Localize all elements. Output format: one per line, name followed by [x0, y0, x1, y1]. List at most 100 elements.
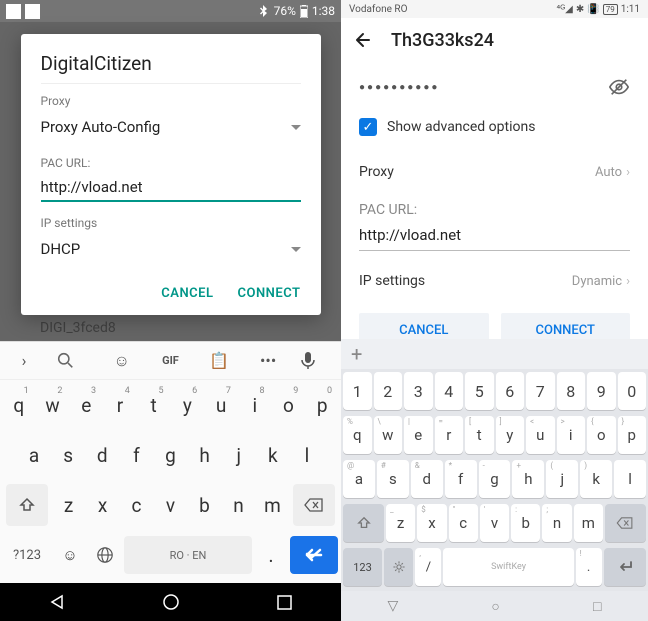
key-z[interactable]: _z: [386, 504, 415, 542]
key-z[interactable]: z: [53, 484, 85, 526]
key-r[interactable]: =r: [435, 416, 464, 454]
ip-select[interactable]: DHCP: [41, 234, 301, 268]
key-t[interactable]: 5t: [138, 384, 170, 426]
key-0[interactable]: 0: [618, 372, 647, 410]
key-l[interactable]: l: [291, 434, 323, 476]
key-s[interactable]: #s: [377, 460, 409, 498]
key-u[interactable]: 7u: [205, 384, 237, 426]
key-o[interactable]: 9o: [273, 384, 305, 426]
ip-row[interactable]: IP settings Dynamic›: [359, 261, 630, 301]
key-y[interactable]: 6y: [172, 384, 204, 426]
enter-key[interactable]: [290, 536, 338, 574]
show-advanced-row[interactable]: ✓ Show advanced options: [359, 106, 630, 152]
enter-key[interactable]: [604, 548, 646, 586]
key-q[interactable]: %q: [343, 416, 372, 454]
key-m[interactable]: m: [256, 484, 288, 526]
key-x[interactable]: x: [87, 484, 119, 526]
cancel-button[interactable]: CANCEL: [161, 286, 213, 301]
key-h[interactable]: +h: [512, 460, 544, 498]
pac-url-input[interactable]: [41, 174, 301, 202]
key-a[interactable]: a: [18, 434, 50, 476]
key-d[interactable]: &d: [411, 460, 443, 498]
key-v[interactable]: 'v: [480, 504, 509, 542]
key-j[interactable]: (j: [546, 460, 578, 498]
key-n[interactable]: n: [222, 484, 254, 526]
key-9[interactable]: 9: [587, 372, 616, 410]
key-k[interactable]: )k: [580, 460, 612, 498]
dot-key[interactable]: !.: [576, 548, 602, 586]
kb-expand-icon[interactable]: ›: [8, 351, 40, 370]
key-i[interactable]: >i: [557, 416, 586, 454]
key-m[interactable]: m: [574, 504, 603, 542]
key-3[interactable]: 3: [404, 372, 433, 410]
key-5[interactable]: 5: [465, 372, 494, 410]
slash-key[interactable]: ,/: [415, 548, 441, 586]
key-w[interactable]: 2w: [37, 384, 69, 426]
key-f[interactable]: f: [120, 434, 152, 476]
key-s[interactable]: s: [52, 434, 84, 476]
proxy-row[interactable]: Proxy Auto›: [359, 152, 630, 192]
key-i[interactable]: 8i: [239, 384, 271, 426]
key-p[interactable]: 0p: [306, 384, 338, 426]
key-1[interactable]: 1: [343, 372, 372, 410]
shift-key[interactable]: [343, 504, 384, 542]
emoji-key[interactable]: ☺: [54, 534, 86, 576]
key-j[interactable]: j: [223, 434, 255, 476]
key-x[interactable]: $x: [417, 504, 446, 542]
key-a[interactable]: @a: [343, 460, 375, 498]
key-d[interactable]: d: [86, 434, 118, 476]
key-b[interactable]: b: [189, 484, 221, 526]
key-c[interactable]: c: [121, 484, 153, 526]
connect-button[interactable]: CONNECT: [238, 286, 301, 301]
period-key[interactable]: .: [255, 534, 287, 576]
symbols-key[interactable]: 123: [343, 548, 382, 586]
key-k[interactable]: k: [257, 434, 289, 476]
key-w[interactable]: \w: [374, 416, 403, 454]
kb-sticker-icon[interactable]: ☺: [106, 351, 138, 371]
key-e[interactable]: 3e: [70, 384, 102, 426]
shift-key[interactable]: [6, 484, 48, 526]
backspace-key[interactable]: [293, 484, 335, 526]
key-6[interactable]: 6: [496, 372, 525, 410]
key-e[interactable]: |e: [404, 416, 433, 454]
key-b[interactable]: :b: [511, 504, 540, 542]
key-p[interactable]: }p: [618, 416, 647, 454]
key-n[interactable]: ;n: [542, 504, 571, 542]
nav-recent-icon[interactable]: [277, 595, 292, 610]
kb-search-icon[interactable]: [57, 352, 89, 369]
backspace-key[interactable]: [605, 504, 646, 542]
key-y[interactable]: ]y: [496, 416, 525, 454]
nav-back-icon[interactable]: ▽: [388, 598, 399, 614]
key-g[interactable]: g: [154, 434, 186, 476]
key-2[interactable]: 2: [374, 372, 403, 410]
key-o[interactable]: {o: [587, 416, 616, 454]
key-l[interactable]: l: [614, 460, 646, 498]
globe-key[interactable]: [89, 534, 121, 576]
key-c[interactable]: "c: [449, 504, 478, 542]
password-field[interactable]: ●●●●●●●●●●: [359, 82, 439, 93]
nav-home-icon[interactable]: ○: [491, 598, 499, 615]
settings-key[interactable]: [384, 548, 413, 586]
key-t[interactable]: [t: [465, 416, 494, 454]
symbols-key[interactable]: ?123: [3, 534, 51, 576]
key-h[interactable]: h: [189, 434, 221, 476]
nav-back-icon[interactable]: [49, 594, 65, 610]
key-g[interactable]: -g: [479, 460, 511, 498]
nav-recent-icon[interactable]: □: [593, 598, 601, 615]
key-f[interactable]: *f: [445, 460, 477, 498]
kb-gif-icon[interactable]: GIF: [154, 354, 186, 367]
key-7[interactable]: 7: [526, 372, 555, 410]
checkbox-checked-icon[interactable]: ✓: [359, 118, 377, 136]
space-key[interactable]: RO · EN: [124, 536, 252, 574]
kb-mic-icon[interactable]: [301, 352, 333, 370]
back-arrow-icon[interactable]: [353, 30, 373, 50]
key-q[interactable]: 1q: [3, 384, 35, 426]
pac-url-input[interactable]: [359, 222, 630, 251]
key-4[interactable]: 4: [435, 372, 464, 410]
key-v[interactable]: v: [155, 484, 187, 526]
key-u[interactable]: <u: [526, 416, 555, 454]
kb-plus-row[interactable]: +: [341, 339, 648, 369]
space-key[interactable]: SwiftKey: [443, 548, 573, 586]
proxy-select[interactable]: Proxy Auto-Config: [41, 112, 301, 146]
eye-off-icon[interactable]: [608, 76, 630, 98]
